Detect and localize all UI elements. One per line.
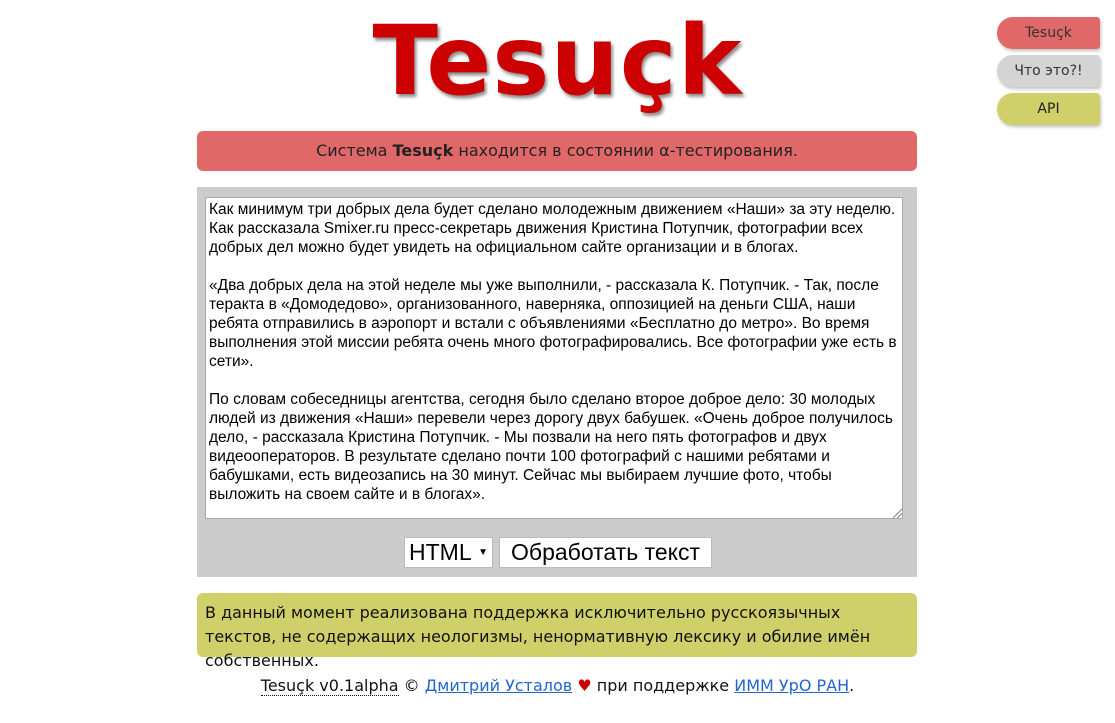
nav-item-about[interactable]: Что это?! (997, 55, 1100, 87)
format-select[interactable]: HTML ▼ (404, 537, 493, 568)
author-link[interactable]: Дмитрий Усталов (425, 676, 572, 695)
process-text-button[interactable]: Обработать текст (499, 537, 712, 568)
banner-suffix: находится в состоянии α-тестирования. (458, 141, 798, 160)
status-banner: Система Tesuçk находится в состоянии α-т… (197, 131, 917, 171)
version-label: Tesuçk v0.1alpha (260, 676, 399, 696)
banner-system-name: Tesuçk (392, 141, 454, 160)
nav-item-api[interactable]: API (997, 93, 1100, 125)
side-nav: Tesuçk Что это?! API (997, 17, 1100, 131)
format-select-value: HTML (409, 539, 472, 565)
copyright-symbol: © (403, 676, 420, 695)
banner-prefix: Система (316, 141, 388, 160)
heart-icon: ♥ (577, 676, 592, 695)
site-logo: Tesuçk (372, 5, 743, 117)
text-input[interactable]: Как минимум три добрых дела будет сделан… (205, 197, 903, 519)
nav-item-home[interactable]: Tesuçk (997, 17, 1100, 49)
support-text: при поддержке (596, 676, 730, 695)
resize-handle-icon[interactable] (893, 509, 902, 518)
notice-box: В данный момент реализована поддержка ис… (197, 593, 917, 670)
input-panel: Как минимум три добрых дела будет сделан… (197, 187, 917, 577)
dropdown-arrow-icon: ▼ (478, 547, 488, 558)
footer: Tesuçk v0.1alpha © Дмитрий Усталов ♥ при… (0, 675, 1115, 697)
org-link[interactable]: ИММ УрО РАН (734, 676, 849, 695)
footer-period: . (849, 676, 855, 695)
